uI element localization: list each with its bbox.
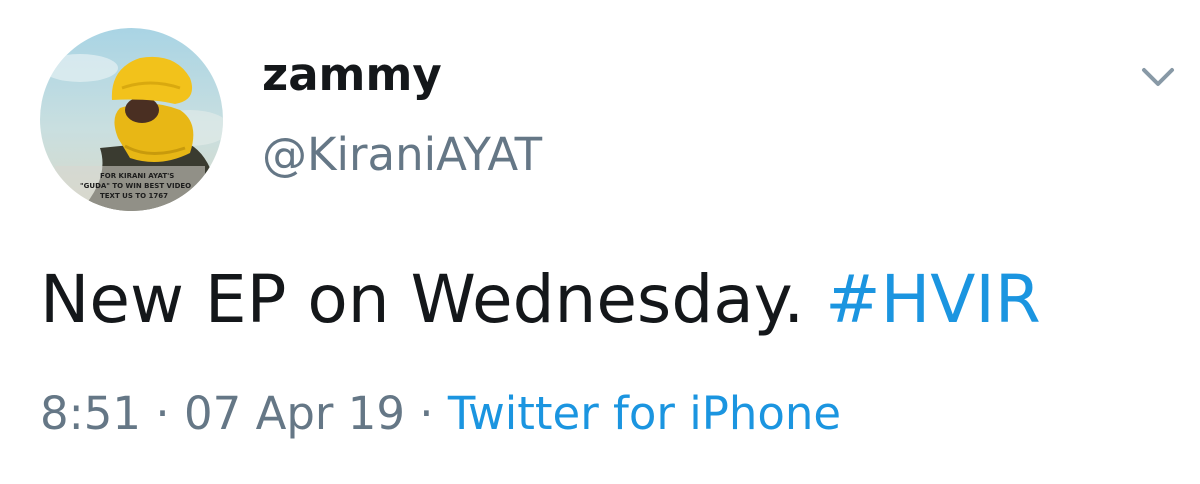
avatar-corner-number: 20 — [207, 36, 223, 52]
tweet-meta: 8:51 · 07 Apr 19 · Twitter for iPhone — [40, 388, 841, 440]
tweet-date[interactable]: 07 Apr 19 — [184, 387, 405, 440]
meta-separator: · — [419, 387, 434, 440]
avatar[interactable]: 20 FOR KIRANI AYAT'S "GUDA" TO WIN BEST … — [40, 28, 223, 211]
tweet-text: New EP on Wednesday. #HVIR — [40, 262, 1041, 338]
hashtag-link[interactable]: #HVIR — [825, 261, 1040, 338]
tweet-source-link[interactable]: Twitter for iPhone — [448, 387, 841, 440]
tweet-card: 20 FOR KIRANI AYAT'S "GUDA" TO WIN BEST … — [0, 0, 1200, 484]
tweet-body: New EP on Wednesday. — [40, 261, 805, 338]
tweet-time[interactable]: 8:51 — [40, 387, 141, 440]
avatar-caption-line-3: TEXT US TO 1767 — [100, 192, 168, 200]
meta-separator: · — [155, 387, 170, 440]
author-display-name[interactable]: zammy — [262, 52, 442, 97]
avatar-caption-line-2: "GUDA" TO WIN BEST VIDEO — [80, 182, 191, 190]
author-handle[interactable]: @KiraniAYAT — [262, 132, 542, 177]
avatar-caption-line-1: FOR KIRANI AYAT'S — [100, 172, 174, 180]
chevron-down-icon[interactable] — [1138, 62, 1178, 92]
